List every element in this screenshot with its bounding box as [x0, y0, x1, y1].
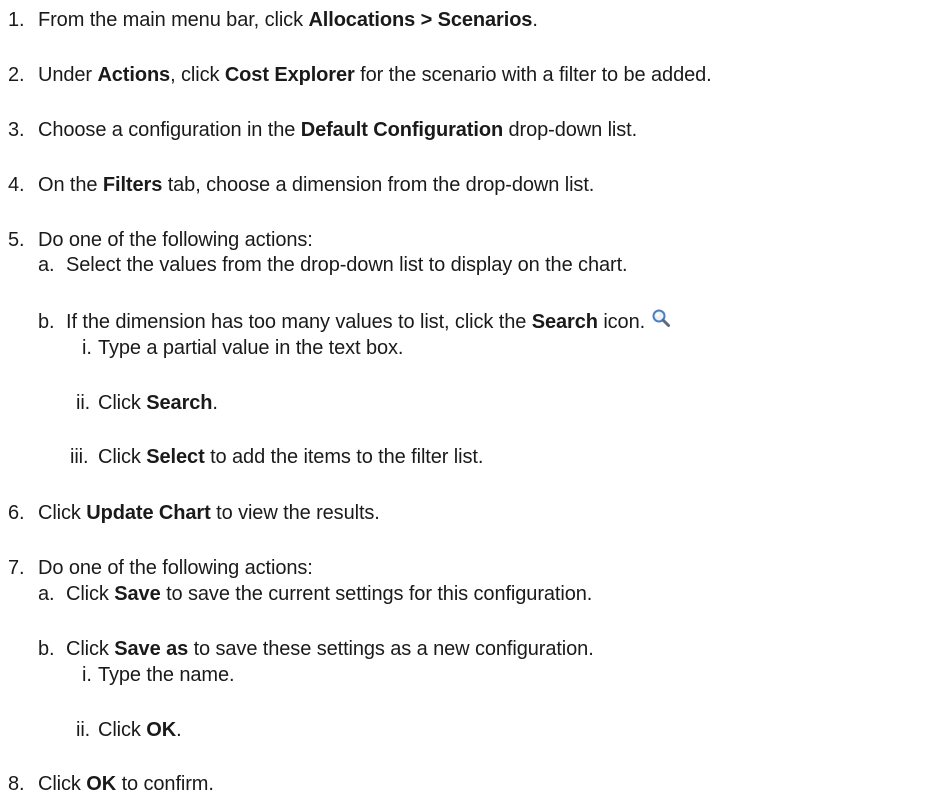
step-3: 3. Choose a configuration in the Default …	[8, 119, 638, 141]
step-7a: a. Click Save to save the current setting…	[38, 583, 593, 605]
select-button-label: Select	[146, 446, 205, 468]
step-5: 5. Do one of the following actions:	[8, 229, 313, 251]
procedure-document: 1. From the main menu bar, click Allocati…	[0, 0, 926, 795]
step-6: 6. Click Update Chart to view the results…	[8, 502, 380, 524]
step-number: 6.	[8, 502, 25, 524]
step-number: 4.	[8, 174, 25, 196]
step-7b-ii: ii. Click OK.	[76, 719, 182, 741]
substep-letter: b.	[38, 311, 55, 333]
actions-label: Actions	[97, 64, 171, 86]
substep-letter: a.	[38, 583, 55, 605]
default-configuration-label: Default Configuration	[300, 119, 504, 141]
step-number: 5.	[8, 229, 25, 251]
save-as-button-label: Save as	[114, 638, 189, 660]
filters-tab-label: Filters	[102, 174, 163, 196]
save-button-label: Save	[114, 583, 161, 605]
step-number: 3.	[8, 119, 25, 141]
substep-roman: ii.	[76, 719, 91, 741]
step-4: 4. On the Filters tab, choose a dimension…	[8, 174, 595, 196]
search-label: Search	[531, 311, 598, 333]
step-number: 1.	[8, 9, 25, 31]
substep-roman: ii.	[76, 392, 91, 414]
ok-button-label: OK	[146, 719, 177, 741]
substep-roman: iii.	[70, 446, 89, 468]
substep-letter: a.	[38, 254, 55, 276]
update-chart-label: Update Chart	[86, 502, 211, 524]
step-5b: b. If the dimension has too many values t…	[38, 308, 671, 334]
step-5b-ii: ii. Click Search.	[76, 392, 218, 414]
step-2: 2. Under Actions, click Cost Explorer for…	[8, 64, 712, 86]
step-7: 7. Do one of the following actions:	[8, 557, 313, 579]
substep-roman: i.	[82, 664, 92, 686]
ok-confirm-label: OK	[86, 773, 117, 795]
substep-letter: b.	[38, 638, 55, 660]
substep-roman: i.	[82, 337, 92, 359]
step-7b-i: i. Type the name.	[82, 664, 235, 686]
step-5a: a. Select the values from the drop-down l…	[38, 254, 628, 276]
cost-explorer-label: Cost Explorer	[224, 64, 355, 86]
step-7b: b. Click Save as to save these settings a…	[38, 638, 594, 660]
step-5b-i: i. Type a partial value in the text box.	[82, 337, 404, 359]
step-1: 1. From the main menu bar, click Allocati…	[8, 9, 538, 31]
step-number: 7.	[8, 557, 25, 579]
step-8: 8. Click OK to confirm.	[8, 773, 214, 795]
step-number: 8.	[8, 773, 25, 795]
step-number: 2.	[8, 64, 25, 86]
step-5b-iii: iii. Click Select to add the items to the…	[70, 446, 484, 468]
search-button-label: Search	[146, 392, 213, 414]
search-icon	[651, 308, 671, 334]
menu-path-allocations-scenarios: Allocations > Scenarios	[308, 9, 533, 31]
